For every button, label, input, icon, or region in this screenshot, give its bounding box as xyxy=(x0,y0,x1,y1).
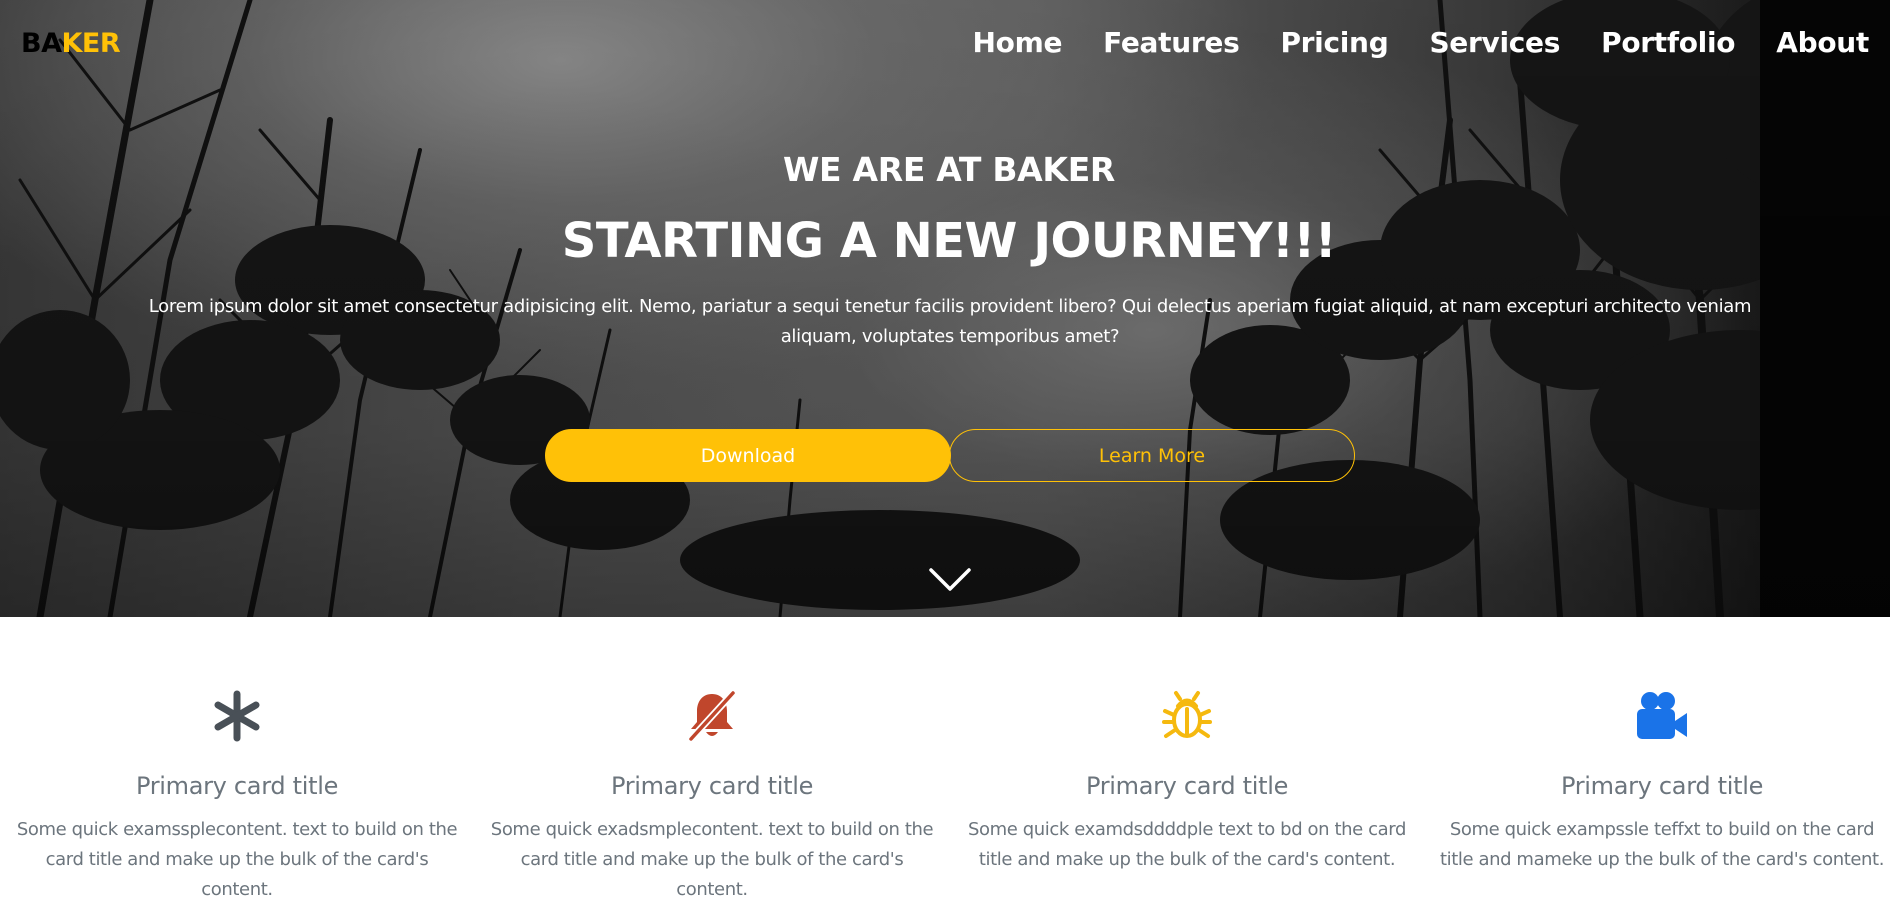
nav-item-about[interactable]: About xyxy=(1776,26,1869,59)
card-title: Primary card title xyxy=(1560,772,1764,800)
hero-title: STARTING A NEW JOURNEY!!! xyxy=(561,213,1337,269)
hero-description: Lorem ipsum dolor sit amet consectetur a… xyxy=(148,296,1752,347)
card-title: Primary card title xyxy=(1085,772,1289,800)
card-text: Some quick examssplecontent. text to bui… xyxy=(16,819,458,900)
brand-logo-part1: BA xyxy=(21,28,62,59)
card-title: Primary card title xyxy=(610,772,814,800)
features-section: Primary card title Some quick examssplec… xyxy=(0,617,1890,917)
bell-slash-icon xyxy=(688,690,736,742)
download-button[interactable]: Download xyxy=(545,429,951,482)
card-title: Primary card title xyxy=(135,772,339,800)
video-camera-icon xyxy=(1637,692,1687,739)
asterisk-icon xyxy=(214,690,260,742)
bug-icon xyxy=(1162,691,1212,738)
nav-item-services[interactable]: Services xyxy=(1429,26,1560,59)
brand-logo-part2: KER xyxy=(61,28,121,59)
card-text: Some quick examdsddddple text to bd on t… xyxy=(967,819,1406,870)
card-text: Some quick exampssle teffxt to build on … xyxy=(1439,819,1885,870)
brand-logo[interactable]: BAKER xyxy=(21,28,121,59)
card-text: Some quick exadsmplecontent. text to bui… xyxy=(490,819,934,900)
navbar: BAKER Home Features Pricing Services Por… xyxy=(0,0,1890,92)
nav-item-home[interactable]: Home xyxy=(973,26,1063,59)
learn-more-button[interactable]: Learn More xyxy=(949,429,1355,482)
hero-section: BAKER Home Features Pricing Services Por… xyxy=(0,0,1890,617)
nav-menu: Home Features Pricing Services Portfolio… xyxy=(973,26,1870,59)
nav-item-portfolio[interactable]: Portfolio xyxy=(1601,26,1735,59)
nav-item-features[interactable]: Features xyxy=(1103,26,1240,59)
hero-subtitle: WE ARE AT BAKER xyxy=(782,150,1116,189)
chevron-down-icon[interactable] xyxy=(928,566,972,594)
nav-item-pricing[interactable]: Pricing xyxy=(1280,26,1388,59)
